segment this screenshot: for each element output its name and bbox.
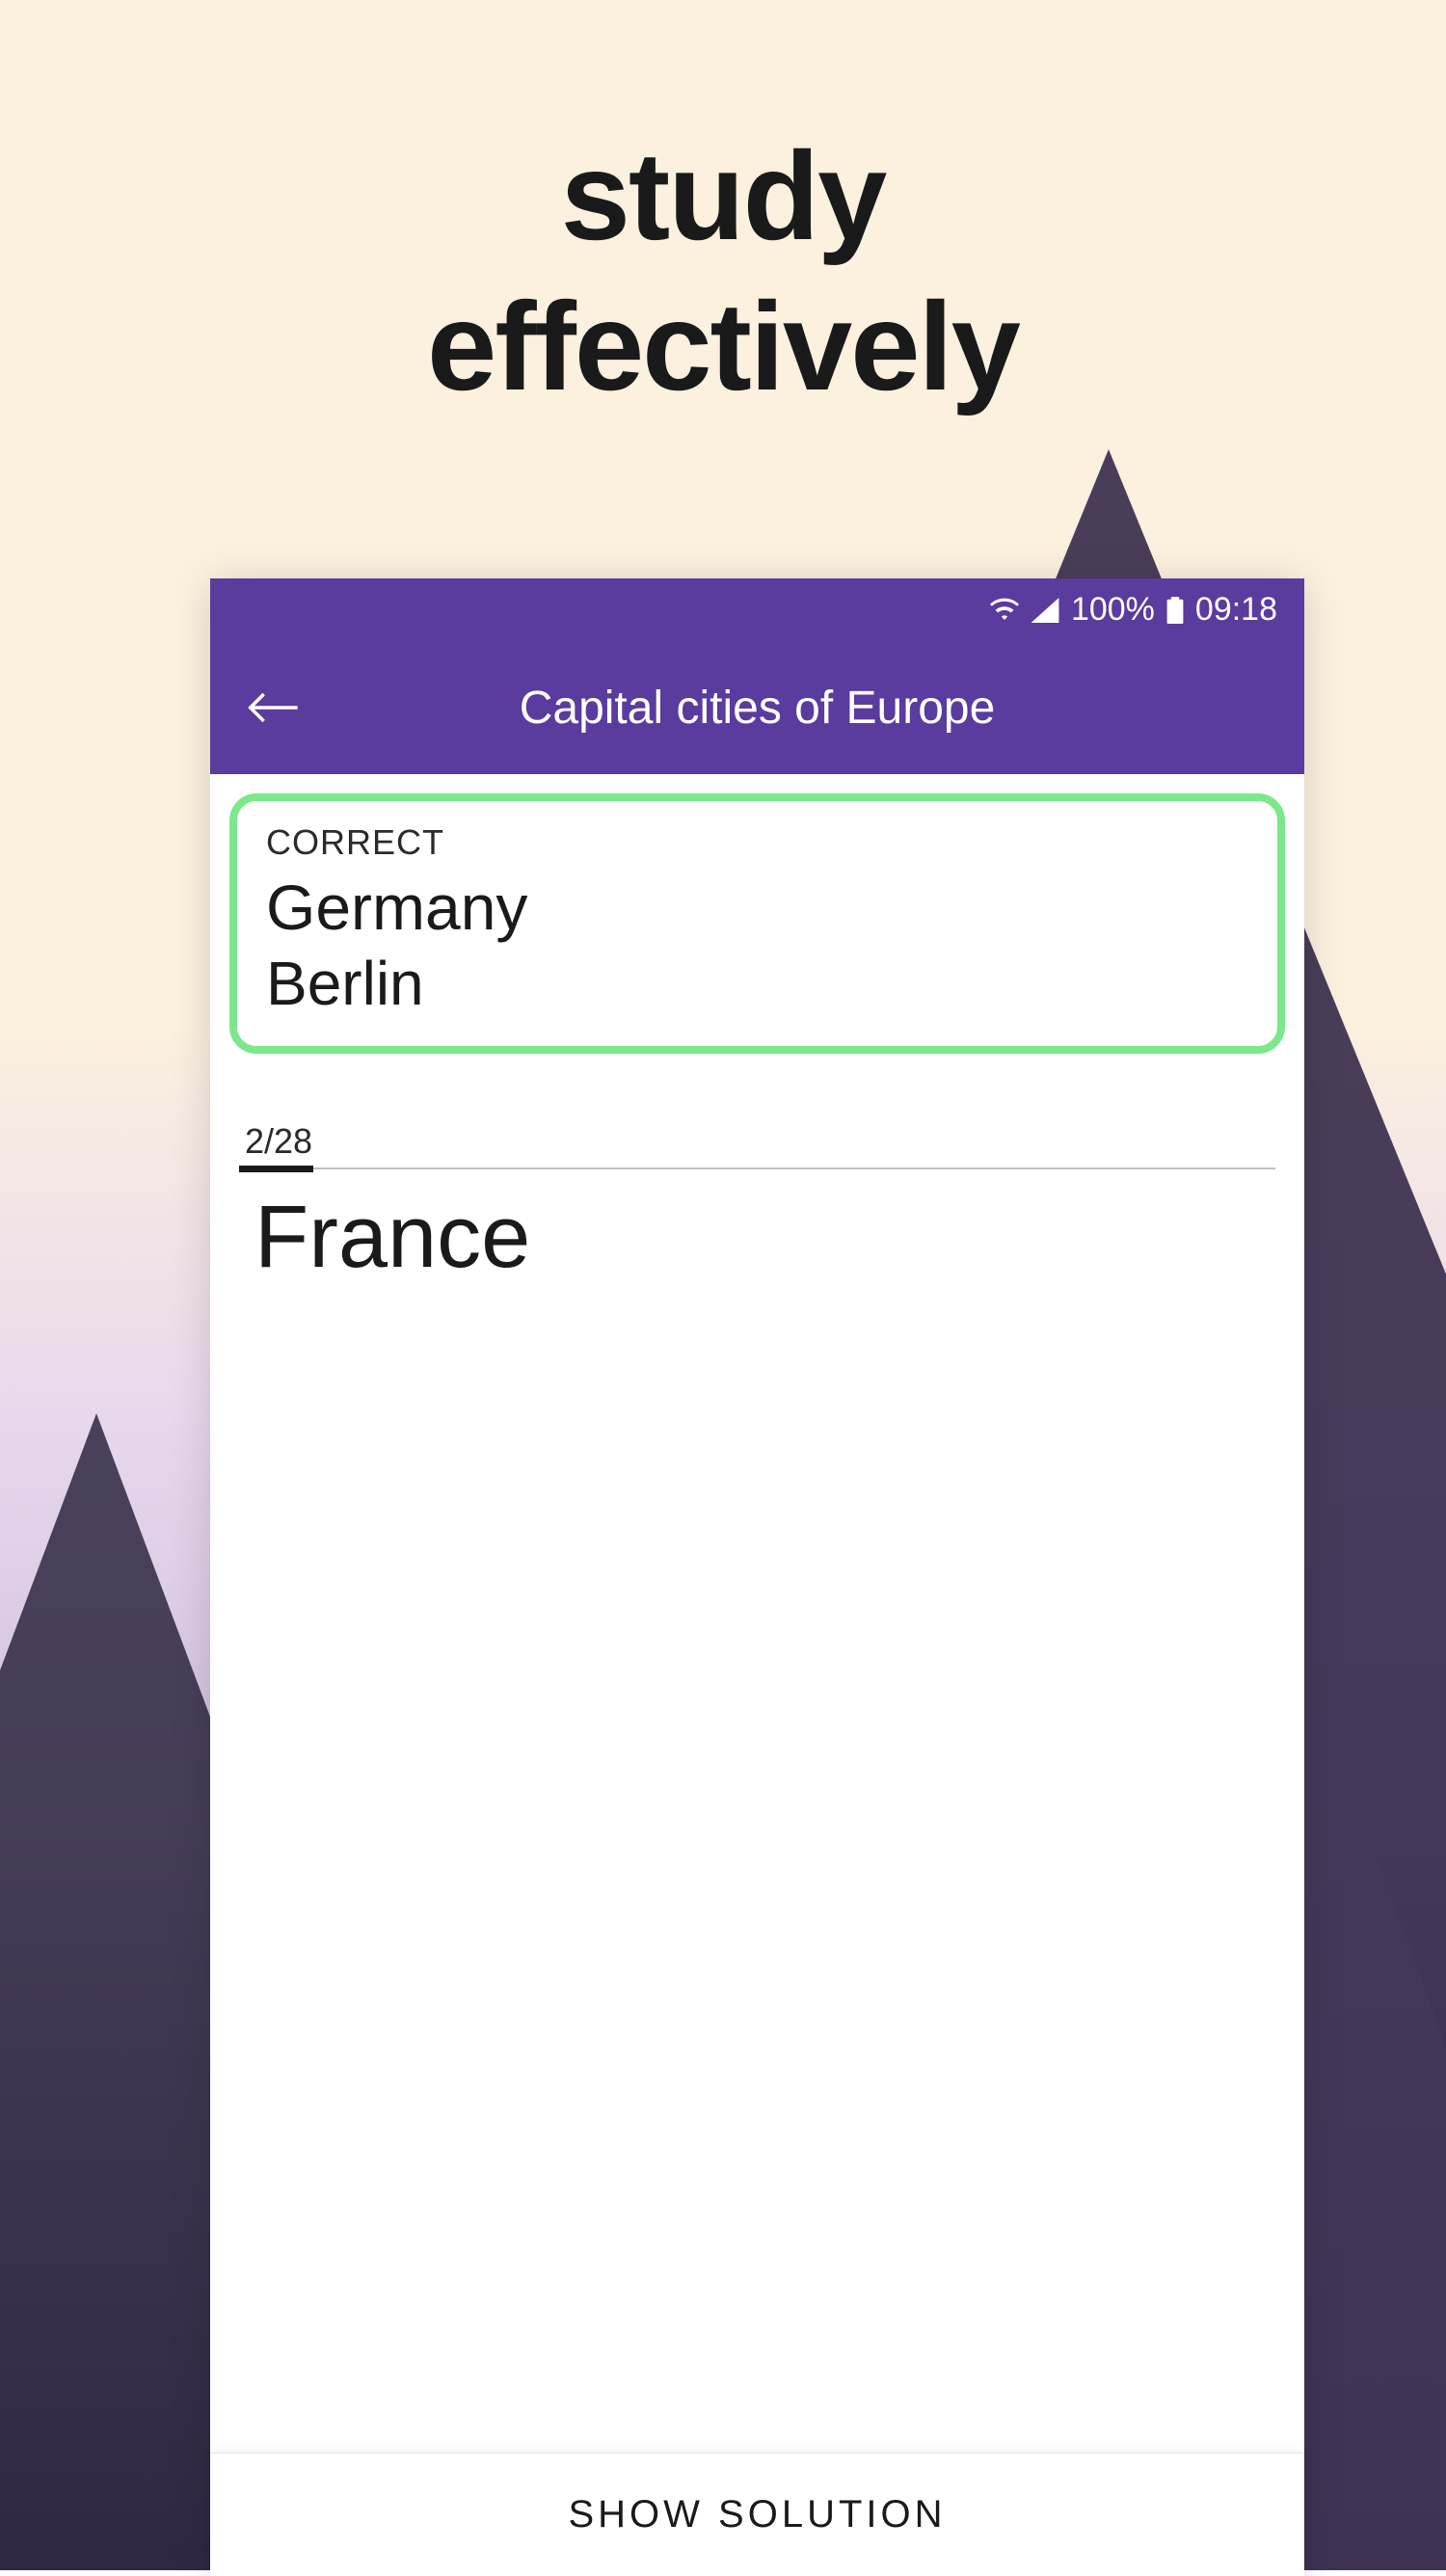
correct-feedback-card: CORRECT Germany Berlin (229, 793, 1285, 1054)
main-content: CORRECT Germany Berlin 2/28 France (210, 774, 1304, 2453)
app-title: Capital cities of Europe (520, 682, 996, 735)
progress-counter: 2/28 (239, 1121, 1275, 1162)
promo-headline: study effectively (0, 121, 1446, 421)
phone-mockup: 100% 09:18 Capital cities of Europe CORR… (210, 578, 1304, 2576)
correct-term: Germany (266, 871, 1248, 944)
headline-line1: study (561, 125, 886, 266)
wifi-icon (990, 598, 1019, 623)
signal-icon (1031, 598, 1059, 623)
progress-bar (239, 1167, 1275, 1169)
progress-fill (239, 1166, 313, 1172)
progress-area: 2/28 France (229, 1121, 1285, 1288)
correct-status-label: CORRECT (266, 822, 1248, 863)
status-icons: 100% 09:18 (990, 591, 1277, 629)
back-button[interactable] (241, 676, 305, 739)
battery-level: 100% (1071, 591, 1155, 629)
back-arrow-icon (246, 688, 300, 727)
bottom-action-bar: SHOW SOLUTION (210, 2453, 1304, 2576)
headline-line2: effectively (427, 276, 1019, 416)
app-bar: Capital cities of Europe (210, 641, 1304, 774)
status-bar: 100% 09:18 (210, 578, 1304, 641)
battery-icon (1166, 597, 1184, 624)
current-flashcard-term: France (239, 1187, 1275, 1288)
show-solution-button[interactable]: SHOW SOLUTION (568, 2493, 946, 2536)
correct-answer: Berlin (266, 948, 1248, 1019)
status-time: 09:18 (1195, 591, 1277, 629)
